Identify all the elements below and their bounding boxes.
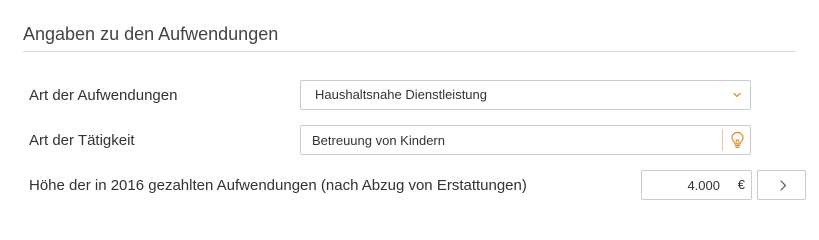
hint-button[interactable] (725, 126, 750, 154)
activity-type-input[interactable] (301, 126, 721, 154)
section-divider (23, 51, 796, 52)
activity-type-field (300, 125, 751, 155)
expense-type-value: Haushaltsnahe Dienstleistung (315, 87, 487, 102)
amount-field: € (641, 170, 752, 200)
amount-label: Höhe der in 2016 gezahlten Aufwendungen … (29, 177, 527, 194)
expense-type-select[interactable]: Haushaltsnahe Dienstleistung (300, 80, 751, 110)
amount-input[interactable] (642, 171, 720, 199)
expense-type-label: Art der Aufwendungen (29, 87, 178, 104)
next-button[interactable] (757, 170, 806, 200)
activity-type-label: Art der Tätigkeit (29, 132, 135, 149)
chevron-down-icon (733, 92, 741, 98)
currency-symbol: € (737, 177, 745, 192)
field-separator (722, 129, 723, 151)
section-title: Angaben zu den Aufwendungen (23, 24, 279, 44)
lightbulb-icon (731, 131, 744, 148)
chevron-right-icon (780, 180, 787, 191)
